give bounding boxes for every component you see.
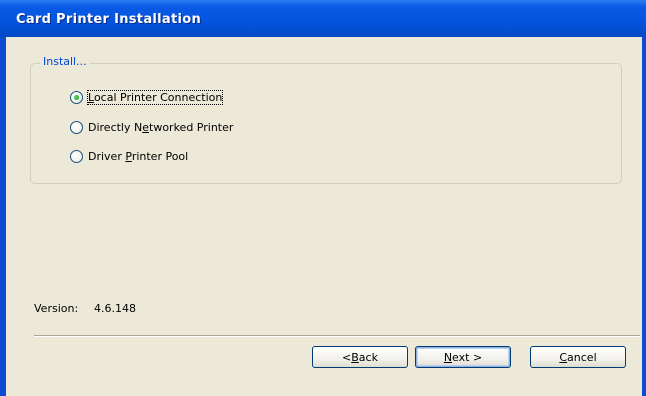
- radio-label-local-printer-connection: Local Printer Connection: [86, 89, 224, 105]
- installer-window: Card Printer Installation Install... Loc…: [0, 0, 646, 396]
- radio-local-printer-connection[interactable]: Local Printer Connection: [70, 88, 224, 106]
- title-bar[interactable]: Card Printer Installation: [0, 0, 646, 37]
- radio-label-directly-networked-printer: Directly Networked Printer: [88, 120, 234, 134]
- radio-button-icon[interactable]: [70, 149, 83, 163]
- version-label: Version:: [34, 302, 79, 315]
- install-group-legend: Install...: [40, 55, 90, 68]
- radio-directly-networked-printer[interactable]: Directly Networked Printer: [70, 118, 233, 136]
- cancel-button[interactable]: Cancel: [530, 346, 626, 368]
- radio-label-driver-printer-pool: Driver Printer Pool: [88, 149, 189, 163]
- next-button[interactable]: Next >: [415, 346, 511, 368]
- back-button[interactable]: < Back: [312, 346, 408, 368]
- radio-button-icon[interactable]: [70, 120, 83, 134]
- version-value: 4.6.148: [94, 302, 136, 315]
- radio-button-selected-icon[interactable]: [70, 90, 83, 104]
- radio-driver-printer-pool[interactable]: Driver Printer Pool: [70, 147, 188, 165]
- separator-line: [34, 335, 640, 337]
- window-title: Card Printer Installation: [16, 12, 202, 27]
